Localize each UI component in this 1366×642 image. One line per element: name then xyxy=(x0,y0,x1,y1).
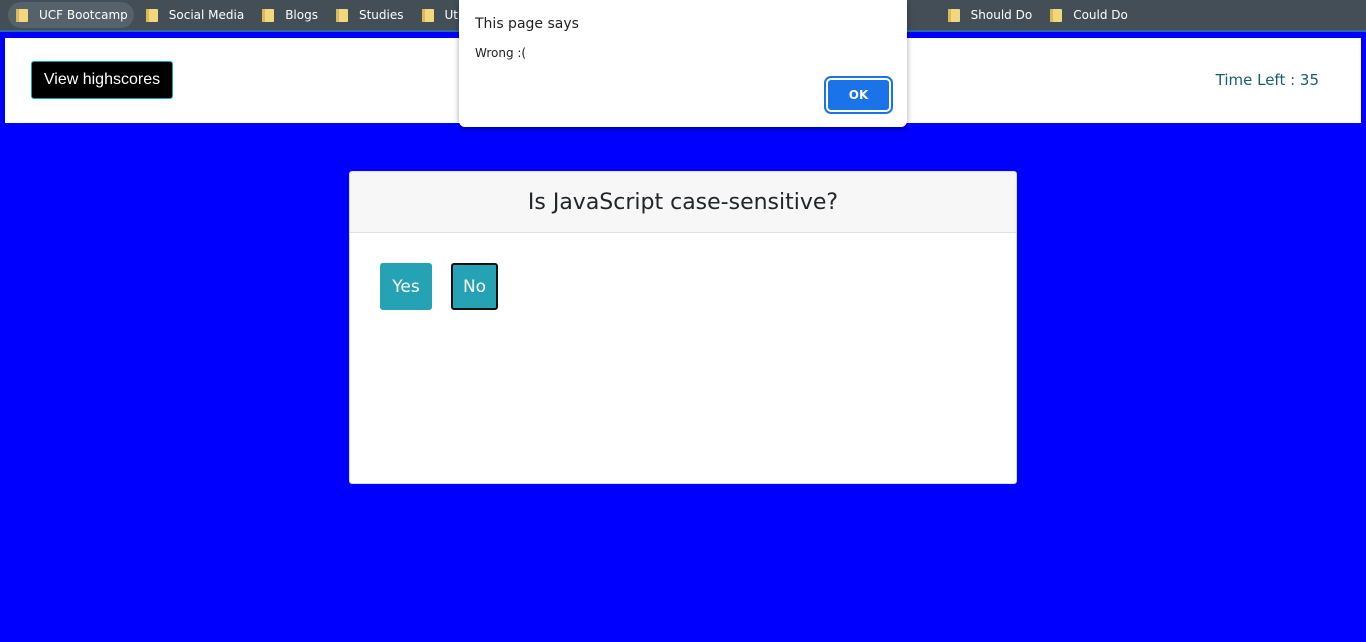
folder-icon xyxy=(262,8,275,22)
bookmark-should-do[interactable]: Should Do xyxy=(940,2,1039,28)
bookmark-label: Blogs xyxy=(285,8,318,22)
bookmark-could-do[interactable]: Could Do xyxy=(1042,2,1134,28)
answer-button-yes[interactable]: Yes xyxy=(380,263,432,310)
bookmark-label: Could Do xyxy=(1073,8,1128,22)
question-title: Is JavaScript case-sensitive? xyxy=(350,172,1016,233)
alert-message: Wrong :( xyxy=(475,46,527,60)
bookmark-label: Social Media xyxy=(168,8,245,22)
bookmark-label: Studies xyxy=(358,8,404,22)
folder-icon xyxy=(421,8,434,22)
answer-button-no[interactable]: No xyxy=(451,263,498,310)
bookmark-label: Should Do xyxy=(970,8,1033,22)
bookmark-social-media[interactable]: Social Media xyxy=(138,2,250,28)
folder-icon xyxy=(16,8,28,22)
bookmark-label: UCF Bootcamp xyxy=(39,8,128,22)
ok-button[interactable]: OK xyxy=(826,78,891,112)
folder-icon xyxy=(335,8,348,22)
answer-list: Yes No xyxy=(350,233,1016,483)
quiz-card: Is JavaScript case-sensitive? Yes No xyxy=(349,171,1017,484)
alert-dialog: This page says Wrong :( OK xyxy=(459,0,907,127)
bookmark-blogs[interactable]: Blogs xyxy=(254,2,324,28)
folder-icon xyxy=(145,8,158,22)
bookmark-studies[interactable]: Studies xyxy=(328,2,410,28)
view-highscores-button[interactable]: View highscores xyxy=(31,61,173,99)
folder-icon xyxy=(1050,8,1063,22)
time-left-display: Time Left : 35 xyxy=(1215,71,1319,89)
alert-title: This page says xyxy=(475,16,579,32)
folder-icon xyxy=(947,8,960,22)
bookmark-ucf-bootcamp[interactable]: UCF Bootcamp xyxy=(8,2,134,28)
